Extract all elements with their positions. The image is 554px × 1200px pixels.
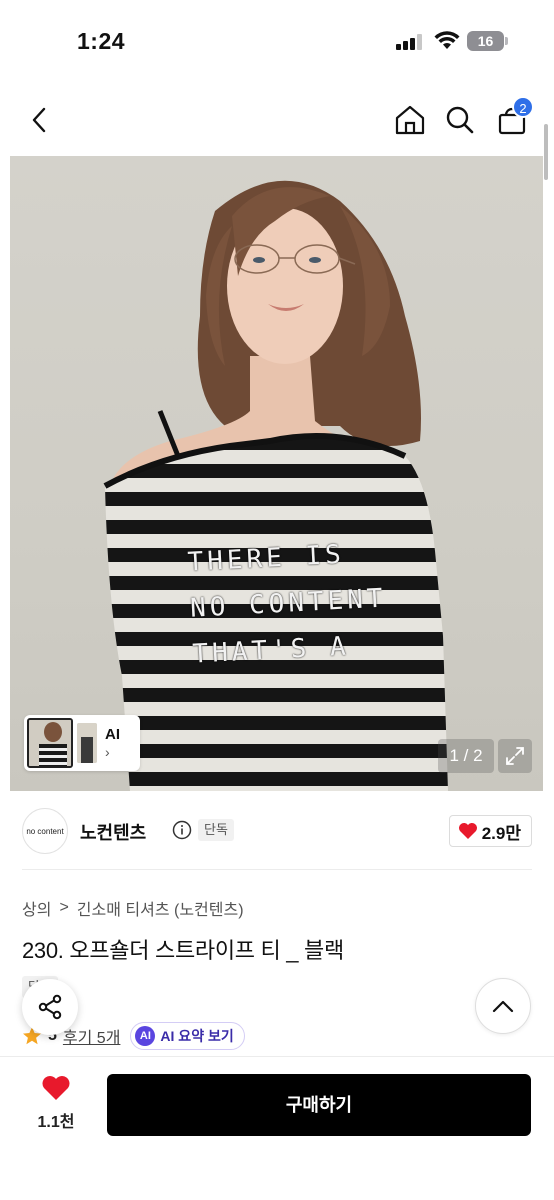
thumbnail-1[interactable] [27,718,73,768]
divider [22,869,532,870]
product-title: 230. 오프숄더 스트라이프 티 _ 블랙 [22,938,344,963]
back-button[interactable] [20,100,60,140]
info-icon[interactable] [172,820,192,840]
bottom-action-bar: 1.1천 구매하기 [0,1056,554,1200]
share-button[interactable] [22,979,78,1035]
exclusive-badge: 단독 [198,819,234,841]
product-image-gallery[interactable]: THERE IS NO CONTENT THAT'S A AI › 1 / 2 [10,156,543,791]
ai-label: AI [105,726,120,743]
top-nav: 2 [0,92,554,148]
heart-icon [458,823,477,839]
breadcrumb-separator: > [59,899,69,916]
home-button[interactable] [390,100,430,140]
brand-name[interactable]: 노컨텐츠 [80,819,146,845]
thumbnail-2[interactable] [77,723,97,763]
breadcrumb-category[interactable]: 상의 [22,896,51,920]
ai-summary-button[interactable]: AI AI 요약 보기 [130,1022,245,1050]
heart-icon [42,1076,70,1100]
search-button[interactable] [440,100,480,140]
back-icon [32,107,46,133]
ai-summary-label: AI 요약 보기 [160,1028,234,1044]
wishlist-button[interactable]: 1.1천 [30,1075,82,1132]
status-time: 1:24 [77,28,126,54]
home-icon [395,105,425,135]
search-icon [446,106,474,134]
wifi-icon [434,31,460,49]
breadcrumb-subcategory[interactable]: 긴소매 티셔츠 (노컨텐츠) [77,896,244,920]
brand-logo[interactable]: no content [22,808,68,854]
ai-thumbnail-label[interactable]: AI › [101,726,120,760]
brand-like-count: 2.9만 [481,823,521,843]
breadcrumb: 상의 > 긴소매 티셔츠 (노컨텐츠) [22,896,244,920]
chevron-up-icon [492,1000,514,1013]
brand-like-button[interactable]: 2.9만 [448,815,532,847]
expand-button[interactable] [498,739,532,773]
review-link[interactable]: 후기 5개 [63,1024,121,1048]
cellular-signal-icon [396,34,424,50]
page-indicator: 1 / 2 [438,739,494,773]
chevron-right-icon: › [105,744,110,760]
expand-icon [506,747,524,765]
cart-badge: 2 [512,96,534,118]
scrollbar[interactable] [544,124,548,180]
cart-button[interactable]: 2 [492,96,534,140]
shirt-print: THERE IS NO CONTENT THAT'S A [187,528,414,677]
status-bar: 1:24 16 [0,0,554,84]
ai-icon: AI [135,1026,156,1046]
battery-level: 16 [467,31,504,51]
product-photo [103,180,448,791]
battery-indicator: 16 [467,31,508,51]
share-icon [38,994,62,1020]
brand-row: no content 노컨텐츠 단독 2.9만 [22,806,532,856]
ai-thumbnail-strip[interactable]: AI › [24,715,140,771]
buy-button[interactable]: 구매하기 [107,1074,531,1136]
wishlist-count: 1.1천 [37,1114,75,1131]
scroll-top-button[interactable] [475,978,531,1034]
